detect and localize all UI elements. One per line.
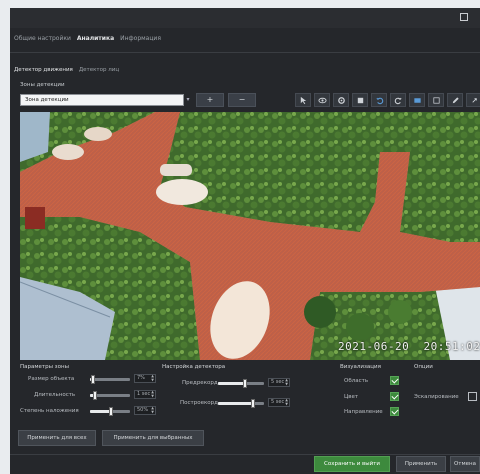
rect-icon[interactable] (409, 93, 425, 107)
apply-all-button[interactable]: Применить для всех (18, 430, 96, 446)
escalation-label: Эскалирование (414, 394, 459, 400)
prerecord-label: Предрекорд (182, 380, 218, 386)
tab-general[interactable]: Общие настройки (14, 34, 71, 44)
visualization-title: Визуализация (340, 364, 381, 370)
zone-select[interactable]: Зона детекции (20, 94, 184, 106)
zones-label: Зоны детекции (20, 82, 65, 88)
tabs-divider (10, 52, 480, 53)
object-size-slider[interactable] (90, 375, 130, 384)
overlap-slider[interactable] (90, 407, 130, 416)
apply-button[interactable]: Применить (396, 456, 446, 472)
save-exit-button[interactable]: Сохранить и выйти (314, 456, 390, 472)
object-size-label: Размер объекта (28, 376, 75, 382)
postrecord-slider[interactable] (218, 399, 264, 408)
duration-slider[interactable] (90, 391, 130, 400)
tab-motion-detector[interactable]: Детектор движения (14, 67, 73, 73)
prerecord-slider[interactable] (218, 379, 264, 388)
viz-direction-checkbox[interactable] (390, 407, 399, 416)
viz-color-checkbox[interactable] (390, 392, 399, 401)
zone-toolbar (295, 93, 480, 107)
cancel-button[interactable]: Отмена (450, 456, 480, 472)
duration-input[interactable]: 1 sec ▲ ▼ (134, 390, 156, 399)
pencil-icon[interactable] (447, 93, 463, 107)
viz-direction-label: Направление (344, 409, 383, 415)
apply-selected-button[interactable]: Применить для выбранных (102, 430, 204, 446)
zone-params-title: Параметры зоны (20, 364, 69, 370)
detector-tabs: Детектор движения Детектор лиц (14, 67, 119, 73)
title-bar (10, 8, 480, 28)
camera-scene (20, 112, 480, 360)
viz-area-label: Область (344, 378, 369, 384)
overlap-input[interactable]: 50% ▲ ▼ (134, 406, 156, 415)
pointer-icon[interactable] (295, 93, 311, 107)
maximize-icon[interactable] (460, 13, 468, 21)
redo-icon[interactable] (390, 93, 406, 107)
viz-color-label: Цвет (344, 394, 359, 400)
settings-icon[interactable] (333, 93, 349, 107)
grid-icon[interactable] (428, 93, 444, 107)
main-tabs: Общие настройки Аналитика Информация (14, 34, 161, 44)
undo-icon[interactable] (371, 93, 387, 107)
expand-icon[interactable] (466, 93, 480, 107)
overlap-label: Степень наложения (20, 408, 79, 414)
remove-zone-button[interactable]: − (228, 93, 256, 107)
tab-analytics[interactable]: Аналитика (77, 34, 114, 44)
detector-settings-title: Настройка детектора (162, 364, 226, 370)
footer-divider (10, 454, 480, 455)
options-title: Опции (414, 364, 433, 370)
object-size-input[interactable]: 7% ▲ ▼ (134, 374, 156, 383)
fill-icon[interactable] (352, 93, 368, 107)
postrecord-label: Построекорд (180, 400, 218, 406)
settings-window: Общие настройки Аналитика Информация Дет… (10, 8, 480, 474)
eye-icon[interactable] (314, 93, 330, 107)
viz-area-checkbox[interactable] (390, 376, 399, 385)
add-zone-button[interactable]: + (196, 93, 224, 107)
video-timestamp: 2021-06-20 20:51:02 (338, 340, 480, 353)
postrecord-input[interactable]: 5 sec ▲ ▼ (268, 398, 290, 407)
chevron-down-icon[interactable]: ▾ (184, 94, 192, 106)
tab-face-detector[interactable]: Детектор лиц (79, 67, 119, 73)
prerecord-input[interactable]: 5 sec ▲ ▼ (268, 378, 290, 387)
camera-preview[interactable]: 2021-06-20 20:51:02 (20, 112, 480, 360)
escalation-checkbox[interactable] (468, 392, 477, 401)
duration-label: Длительность (34, 392, 76, 398)
tab-info[interactable]: Информация (120, 34, 161, 44)
